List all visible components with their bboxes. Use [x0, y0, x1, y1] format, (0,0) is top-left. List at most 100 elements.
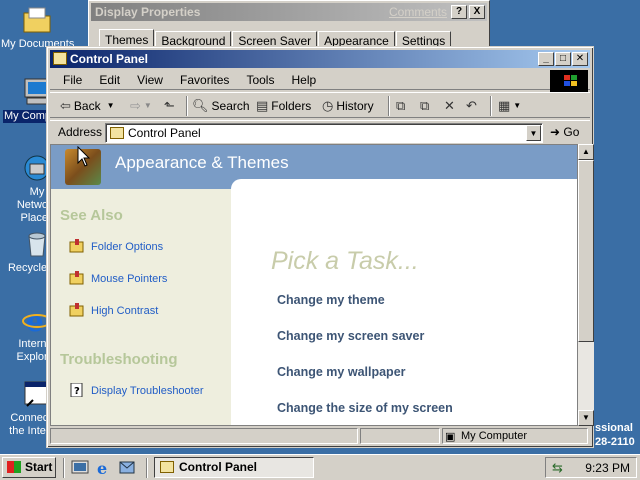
up-folder-button[interactable]: ⬑: [164, 96, 178, 116]
go-button[interactable]: ➜ Go: [550, 125, 579, 139]
copy-to-icon: ⧉: [420, 98, 430, 113]
delete-button[interactable]: ✕: [444, 96, 458, 116]
svg-text:e: e: [97, 459, 107, 476]
forward-arrow-icon: ⇨: [130, 98, 141, 113]
windows-logo-icon: [550, 70, 588, 92]
views-icon: ▦: [498, 98, 511, 113]
outlook-express-icon[interactable]: [118, 459, 136, 476]
search-label: Search: [211, 99, 250, 113]
control-panel-titlebar[interactable]: Control Panel _ □ ✕: [50, 50, 590, 68]
scroll-thumb[interactable]: [578, 160, 594, 342]
task-change-wallpaper[interactable]: Change my wallpaper: [277, 365, 406, 379]
display-properties-window[interactable]: Display Properties Comments ? X Themes B…: [88, 0, 490, 50]
task-change-theme[interactable]: Change my theme: [277, 293, 385, 307]
pick-task-heading: Pick a Task...: [271, 247, 419, 275]
status-zone: ▣ My Computer: [442, 428, 588, 444]
back-arrow-icon: ⇦: [60, 98, 71, 113]
search-icon: 🔍︎: [192, 98, 209, 113]
toolbar: ⇦ Back ▼ ⇨ ▼ ⬑ 🔍︎ Search ▤ Folders ◷ His…: [50, 92, 590, 118]
undo-icon: ↶: [466, 98, 477, 113]
task-change-screen-saver[interactable]: Change my screen saver: [277, 329, 424, 343]
scroll-down-button[interactable]: ▼: [578, 410, 594, 426]
folder-icon: [21, 4, 53, 36]
display-properties-titlebar[interactable]: Display Properties Comments ? X: [91, 3, 487, 21]
folders-icon: ▤: [256, 98, 269, 113]
scroll-up-button[interactable]: ▲: [578, 144, 594, 160]
internet-explorer-icon[interactable]: e: [95, 459, 113, 476]
address-dropdown-button[interactable]: ▼: [526, 125, 541, 141]
link-mouse-pointers[interactable]: Mouse Pointers: [91, 273, 167, 285]
folders-button[interactable]: ▤ Folders: [256, 96, 311, 116]
toolbar-separator: [388, 96, 390, 116]
help-button[interactable]: ?: [451, 5, 467, 19]
dropdown-arrow-icon: ▼: [513, 101, 522, 110]
control-panel-window[interactable]: Control Panel _ □ ✕ File Edit View Favor…: [46, 46, 594, 448]
control-panel-icon: [110, 127, 124, 139]
high-contrast-icon: [69, 303, 84, 317]
up-folder-icon: ⬑: [164, 98, 175, 113]
toolbar-separator: [186, 96, 188, 116]
taskbar-separator: [146, 458, 148, 478]
back-button[interactable]: ⇦ Back ▼: [60, 96, 115, 116]
menu-help[interactable]: Help: [285, 70, 324, 90]
show-desktop-icon[interactable]: [71, 459, 89, 476]
go-label: Go: [563, 125, 580, 139]
control-panel-icon: [160, 461, 174, 473]
history-label: History: [336, 99, 374, 113]
desktop-icon-my-documents[interactable]: My Documents: [0, 4, 74, 51]
maximize-button[interactable]: □: [555, 52, 571, 66]
network-status-icon[interactable]: ⇆: [552, 460, 563, 476]
address-label: Address: [58, 125, 103, 139]
menu-bar: File Edit View Favorites Tools Help: [50, 70, 590, 92]
folder-options-icon: [69, 239, 84, 253]
views-button[interactable]: ▦ ▼: [498, 96, 521, 116]
toolbar-separator: [490, 96, 492, 116]
minimize-button[interactable]: _: [538, 52, 554, 66]
address-bar: Address Control Panel ▼ ➜ Go: [50, 120, 590, 144]
category-title: Appearance & Themes: [115, 153, 289, 172]
forward-button[interactable]: ⇨ ▼: [130, 96, 152, 116]
taskbar-button-control-panel[interactable]: Control Panel: [154, 457, 314, 478]
window-title: Display Properties: [95, 5, 201, 19]
back-label: Back: [73, 99, 101, 113]
go-arrow-icon: ➜: [550, 125, 561, 139]
link-folder-options[interactable]: Folder Options: [91, 241, 163, 253]
menu-file[interactable]: File: [56, 70, 89, 90]
troubleshooting-heading: Troubleshooting: [60, 351, 178, 368]
taskbar-button-label: Control Panel: [179, 460, 258, 474]
menu-view[interactable]: View: [130, 70, 170, 90]
see-also-heading: See Also: [60, 207, 123, 224]
menu-edit[interactable]: Edit: [92, 70, 127, 90]
search-button[interactable]: 🔍︎ Search: [192, 96, 250, 116]
close-button[interactable]: X: [469, 5, 485, 19]
link-high-contrast[interactable]: High Contrast: [91, 305, 158, 317]
taskbar: Start e Control Panel ⇆ 9:23 PM: [0, 454, 640, 480]
menu-favorites[interactable]: Favorites: [173, 70, 236, 90]
copy-to-button[interactable]: ⧉: [420, 96, 432, 116]
link-display-troubleshooter[interactable]: Display Troubleshooter: [91, 385, 204, 397]
windows-flag-icon: [7, 461, 21, 473]
start-label: Start: [25, 460, 53, 474]
status-pane: [50, 428, 358, 444]
taskbar-separator: [63, 458, 65, 478]
control-panel-icon: [53, 52, 67, 65]
move-to-button[interactable]: ⧉: [396, 96, 408, 116]
menu-tools[interactable]: Tools: [239, 70, 281, 90]
delete-icon: ✕: [444, 98, 455, 113]
start-button[interactable]: Start: [2, 457, 56, 478]
history-icon: ◷: [322, 98, 334, 113]
computer-icon: ▣: [445, 431, 456, 443]
history-button[interactable]: ◷ History: [322, 96, 374, 116]
edition-build: 28-2110: [595, 436, 635, 448]
move-to-icon: ⧉: [396, 98, 406, 113]
status-pane: [360, 428, 440, 444]
close-button[interactable]: ✕: [572, 52, 588, 66]
task-change-screen-size[interactable]: Change the size of my screen: [277, 401, 453, 415]
vertical-scrollbar[interactable]: ▲ ▼: [578, 144, 594, 426]
address-value: Control Panel: [128, 126, 201, 140]
undo-button[interactable]: ↶: [466, 96, 480, 116]
address-input[interactable]: Control Panel ▼: [105, 123, 543, 143]
clock[interactable]: 9:23 PM: [585, 461, 630, 475]
comments-link[interactable]: Comments: [389, 3, 447, 21]
dropdown-arrow-icon: ▼: [106, 101, 115, 110]
